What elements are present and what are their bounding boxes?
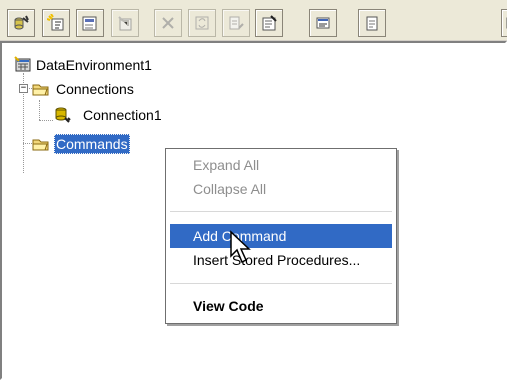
menu-item-collapse-all[interactable]: Collapse All: [170, 177, 392, 201]
folder-open-icon: [32, 84, 49, 96]
delete-button[interactable]: [154, 9, 182, 37]
menu-item-add-command[interactable]: Add Command: [170, 224, 392, 248]
connection-icon: [55, 107, 71, 123]
tree-node-connections[interactable]: − Connections: [2, 79, 222, 99]
tree-label-data-environment[interactable]: DataEnvironment1: [34, 55, 154, 75]
options-button[interactable]: [501, 9, 507, 37]
menu-item-insert-stored-procedures[interactable]: Insert Stored Procedures...: [170, 248, 392, 272]
view-code-icon: [316, 17, 330, 29]
data-view-button[interactable]: [358, 9, 386, 37]
tree-label-commands[interactable]: Commands: [54, 134, 130, 154]
tree-node-connection1[interactable]: Connection1: [2, 105, 222, 125]
refresh-button[interactable]: [188, 9, 216, 37]
data-environment-window: DataEnvironment1 − Connections Connectio…: [0, 0, 507, 380]
add-connection-button[interactable]: [7, 9, 35, 37]
context-menu: Expand All Collapse All Add Command Inse…: [165, 148, 397, 324]
add-command-button[interactable]: [42, 9, 70, 37]
data-view-icon: [366, 16, 378, 31]
menu-separator: [170, 283, 392, 284]
menu-item-expand-all[interactable]: Expand All: [170, 153, 392, 177]
design-icon: [229, 16, 244, 30]
properties-icon: [262, 15, 277, 31]
insert-stored-procedures-icon: [82, 16, 97, 31]
add-connection-icon: [14, 15, 29, 30]
tree-label-connections[interactable]: Connections: [54, 79, 136, 99]
tree-label-connection1[interactable]: Connection1: [81, 105, 164, 125]
add-child-command-button[interactable]: [111, 9, 139, 37]
collapse-connections-icon[interactable]: −: [19, 84, 28, 93]
design-button[interactable]: [222, 9, 250, 37]
add-command-icon: [47, 14, 64, 31]
refresh-icon: [195, 16, 209, 30]
properties-button[interactable]: [255, 9, 283, 37]
menu-item-view-code[interactable]: View Code: [170, 294, 392, 318]
tree-node-data-environment[interactable]: DataEnvironment1: [2, 55, 222, 75]
data-environment-icon: [14, 56, 31, 72]
delete-icon: [162, 17, 174, 29]
mouse-pointer-icon: [230, 230, 251, 264]
menu-separator: [170, 211, 392, 212]
insert-stored-procedures-button[interactable]: [76, 9, 104, 37]
folder-open-icon: [32, 139, 49, 151]
view-code-button[interactable]: [309, 9, 337, 37]
toolbar: [0, 0, 507, 41]
add-child-command-icon: [118, 16, 132, 31]
